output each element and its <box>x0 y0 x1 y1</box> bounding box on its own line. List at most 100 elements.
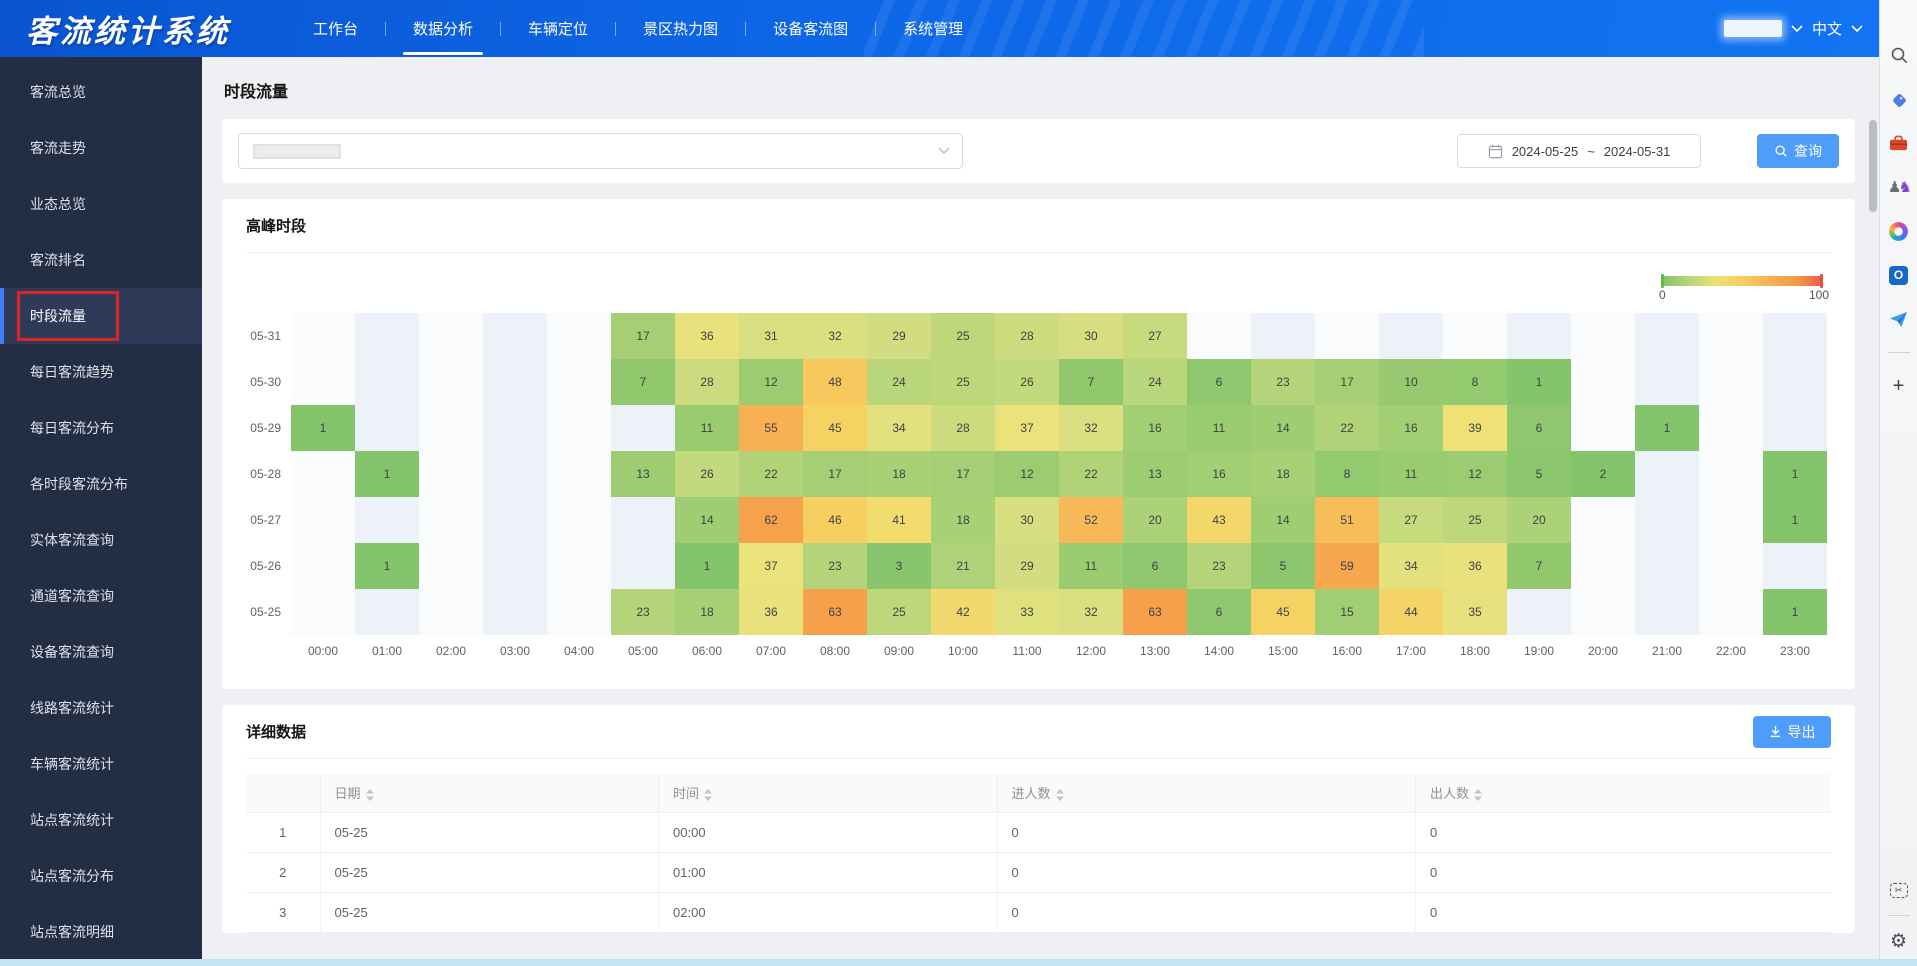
heatmap-cell-05-28-03:00[interactable] <box>483 451 547 497</box>
heatmap-cell-05-29-09:00[interactable]: 34 <box>867 405 931 451</box>
table-header-2[interactable]: 时间 <box>659 774 998 812</box>
heatmap-cell-05-27-15:00[interactable]: 14 <box>1251 497 1315 543</box>
heatmap-cell-05-27-22:00[interactable] <box>1699 497 1763 543</box>
heatmap-cell-05-30-03:00[interactable] <box>483 359 547 405</box>
heatmap-cell-05-28-20:00[interactable]: 2 <box>1571 451 1635 497</box>
heatmap-cell-05-29-19:00[interactable]: 6 <box>1507 405 1571 451</box>
heatmap-cell-05-29-06:00[interactable]: 11 <box>675 405 739 451</box>
export-button[interactable]: 导出 <box>1753 716 1831 748</box>
heatmap-cell-05-28-05:00[interactable]: 13 <box>611 451 675 497</box>
scenic-select[interactable] <box>238 133 963 169</box>
heatmap-cell-05-26-06:00[interactable]: 1 <box>675 543 739 589</box>
nav-item-5[interactable]: 设备客流图 <box>773 0 848 57</box>
heatmap-cell-05-29-07:00[interactable]: 55 <box>739 405 803 451</box>
heatmap-cell-05-30-18:00[interactable]: 8 <box>1443 359 1507 405</box>
heatmap-cell-05-25-07:00[interactable]: 36 <box>739 589 803 635</box>
heatmap-cell-05-25-01:00[interactable] <box>355 589 419 635</box>
heatmap-cell-05-30-10:00[interactable]: 25 <box>931 359 995 405</box>
heatmap-cell-05-28-04:00[interactable] <box>547 451 611 497</box>
heatmap-cell-05-27-04:00[interactable] <box>547 497 611 543</box>
heatmap-cell-05-28-09:00[interactable]: 18 <box>867 451 931 497</box>
heatmap-cell-05-26-12:00[interactable]: 11 <box>1059 543 1123 589</box>
sidebar-item-3[interactable]: 业态总览 <box>0 176 202 232</box>
heatmap-cell-05-25-16:00[interactable]: 15 <box>1315 589 1379 635</box>
heatmap-cell-05-28-17:00[interactable]: 11 <box>1379 451 1443 497</box>
heatmap-cell-05-29-05:00[interactable] <box>611 405 675 451</box>
heatmap-cell-05-27-14:00[interactable]: 43 <box>1187 497 1251 543</box>
heatmap-cell-05-25-08:00[interactable]: 63 <box>803 589 867 635</box>
heatmap-cell-05-27-17:00[interactable]: 27 <box>1379 497 1443 543</box>
heatmap-cell-05-31-01:00[interactable] <box>355 313 419 359</box>
shopping-tag-icon[interactable] <box>1888 88 1910 110</box>
heatmap-cell-05-26-15:00[interactable]: 5 <box>1251 543 1315 589</box>
heatmap-cell-05-27-16:00[interactable]: 51 <box>1315 497 1379 543</box>
heatmap-cell-05-28-19:00[interactable]: 5 <box>1507 451 1571 497</box>
heatmap-cell-05-27-02:00[interactable] <box>419 497 483 543</box>
heatmap-cell-05-27-10:00[interactable]: 18 <box>931 497 995 543</box>
legend-gradient-bar[interactable] <box>1661 276 1823 286</box>
heatmap-cell-05-26-07:00[interactable]: 37 <box>739 543 803 589</box>
heatmap-cell-05-26-00:00[interactable] <box>291 543 355 589</box>
heatmap-cell-05-30-23:00[interactable] <box>1763 359 1827 405</box>
heatmap-cell-05-28-00:00[interactable] <box>291 451 355 497</box>
nav-item-1[interactable]: 工作台 <box>313 0 358 57</box>
sidebar-item-5[interactable]: 时段流量 <box>0 288 202 344</box>
heatmap-cell-05-30-07:00[interactable]: 12 <box>739 359 803 405</box>
heatmap-cell-05-26-23:00[interactable] <box>1763 543 1827 589</box>
heatmap-cell-05-31-16:00[interactable] <box>1315 313 1379 359</box>
heatmap-cell-05-29-23:00[interactable] <box>1763 405 1827 451</box>
heatmap-cell-05-31-03:00[interactable] <box>483 313 547 359</box>
heatmap-cell-05-30-11:00[interactable]: 26 <box>995 359 1059 405</box>
heatmap-cell-05-31-05:00[interactable]: 17 <box>611 313 675 359</box>
sidebar-item-2[interactable]: 客流走势 <box>0 120 202 176</box>
heatmap-cell-05-26-03:00[interactable] <box>483 543 547 589</box>
table-header-4[interactable]: 出人数 <box>1416 774 1831 812</box>
heatmap-cell-05-25-02:00[interactable] <box>419 589 483 635</box>
sidebar-item-11[interactable]: 设备客流查询 <box>0 624 202 680</box>
microsoft-365-icon[interactable] <box>1888 220 1910 242</box>
heatmap-cell-05-25-19:00[interactable] <box>1507 589 1571 635</box>
language-selector[interactable]: 中文 <box>1812 18 1842 39</box>
heatmap-cell-05-26-05:00[interactable] <box>611 543 675 589</box>
heatmap-cell-05-26-02:00[interactable] <box>419 543 483 589</box>
heatmap-cell-05-29-10:00[interactable]: 28 <box>931 405 995 451</box>
heatmap-cell-05-26-18:00[interactable]: 36 <box>1443 543 1507 589</box>
heatmap-cell-05-26-20:00[interactable] <box>1571 543 1635 589</box>
heatmap-cell-05-29-18:00[interactable]: 39 <box>1443 405 1507 451</box>
heatmap-cell-05-26-13:00[interactable]: 6 <box>1123 543 1187 589</box>
search-icon[interactable] <box>1888 44 1910 66</box>
heatmap-cell-05-31-02:00[interactable] <box>419 313 483 359</box>
heatmap-cell-05-28-23:00[interactable]: 1 <box>1763 451 1827 497</box>
heatmap-cell-05-26-01:00[interactable]: 1 <box>355 543 419 589</box>
heatmap-cell-05-31-06:00[interactable]: 36 <box>675 313 739 359</box>
heatmap-cell-05-28-21:00[interactable] <box>1635 451 1699 497</box>
heatmap-cell-05-28-14:00[interactable]: 16 <box>1187 451 1251 497</box>
heatmap-cell-05-31-00:00[interactable] <box>291 313 355 359</box>
heatmap-cell-05-25-03:00[interactable] <box>483 589 547 635</box>
heatmap-cell-05-27-12:00[interactable]: 52 <box>1059 497 1123 543</box>
heatmap-cell-05-26-11:00[interactable]: 29 <box>995 543 1059 589</box>
heatmap-cell-05-31-15:00[interactable] <box>1251 313 1315 359</box>
heatmap-cell-05-25-10:00[interactable]: 42 <box>931 589 995 635</box>
heatmap-cell-05-29-12:00[interactable]: 32 <box>1059 405 1123 451</box>
heatmap-cell-05-27-13:00[interactable]: 20 <box>1123 497 1187 543</box>
heatmap-cell-05-28-01:00[interactable]: 1 <box>355 451 419 497</box>
heatmap-cell-05-28-07:00[interactable]: 22 <box>739 451 803 497</box>
heatmap-cell-05-28-02:00[interactable] <box>419 451 483 497</box>
heatmap-cell-05-30-19:00[interactable]: 1 <box>1507 359 1571 405</box>
heatmap-cell-05-25-09:00[interactable]: 25 <box>867 589 931 635</box>
sidebar-item-13[interactable]: 车辆客流统计 <box>0 736 202 792</box>
heatmap-cell-05-27-20:00[interactable] <box>1571 497 1635 543</box>
heatmap-cell-05-25-12:00[interactable]: 32 <box>1059 589 1123 635</box>
heatmap-cell-05-28-08:00[interactable]: 17 <box>803 451 867 497</box>
heatmap-cell-05-25-04:00[interactable] <box>547 589 611 635</box>
heatmap-cell-05-26-04:00[interactable] <box>547 543 611 589</box>
query-button[interactable]: 查询 <box>1757 134 1839 168</box>
heatmap-cell-05-30-12:00[interactable]: 7 <box>1059 359 1123 405</box>
heatmap-color-legend[interactable]: 0 100 <box>1661 276 1823 286</box>
heatmap-cell-05-30-04:00[interactable] <box>547 359 611 405</box>
heatmap-cell-05-26-17:00[interactable]: 34 <box>1379 543 1443 589</box>
heatmap-cell-05-27-00:00[interactable] <box>291 497 355 543</box>
sidebar-item-12[interactable]: 线路客流统计 <box>0 680 202 736</box>
table-header-1[interactable]: 日期 <box>320 774 659 812</box>
